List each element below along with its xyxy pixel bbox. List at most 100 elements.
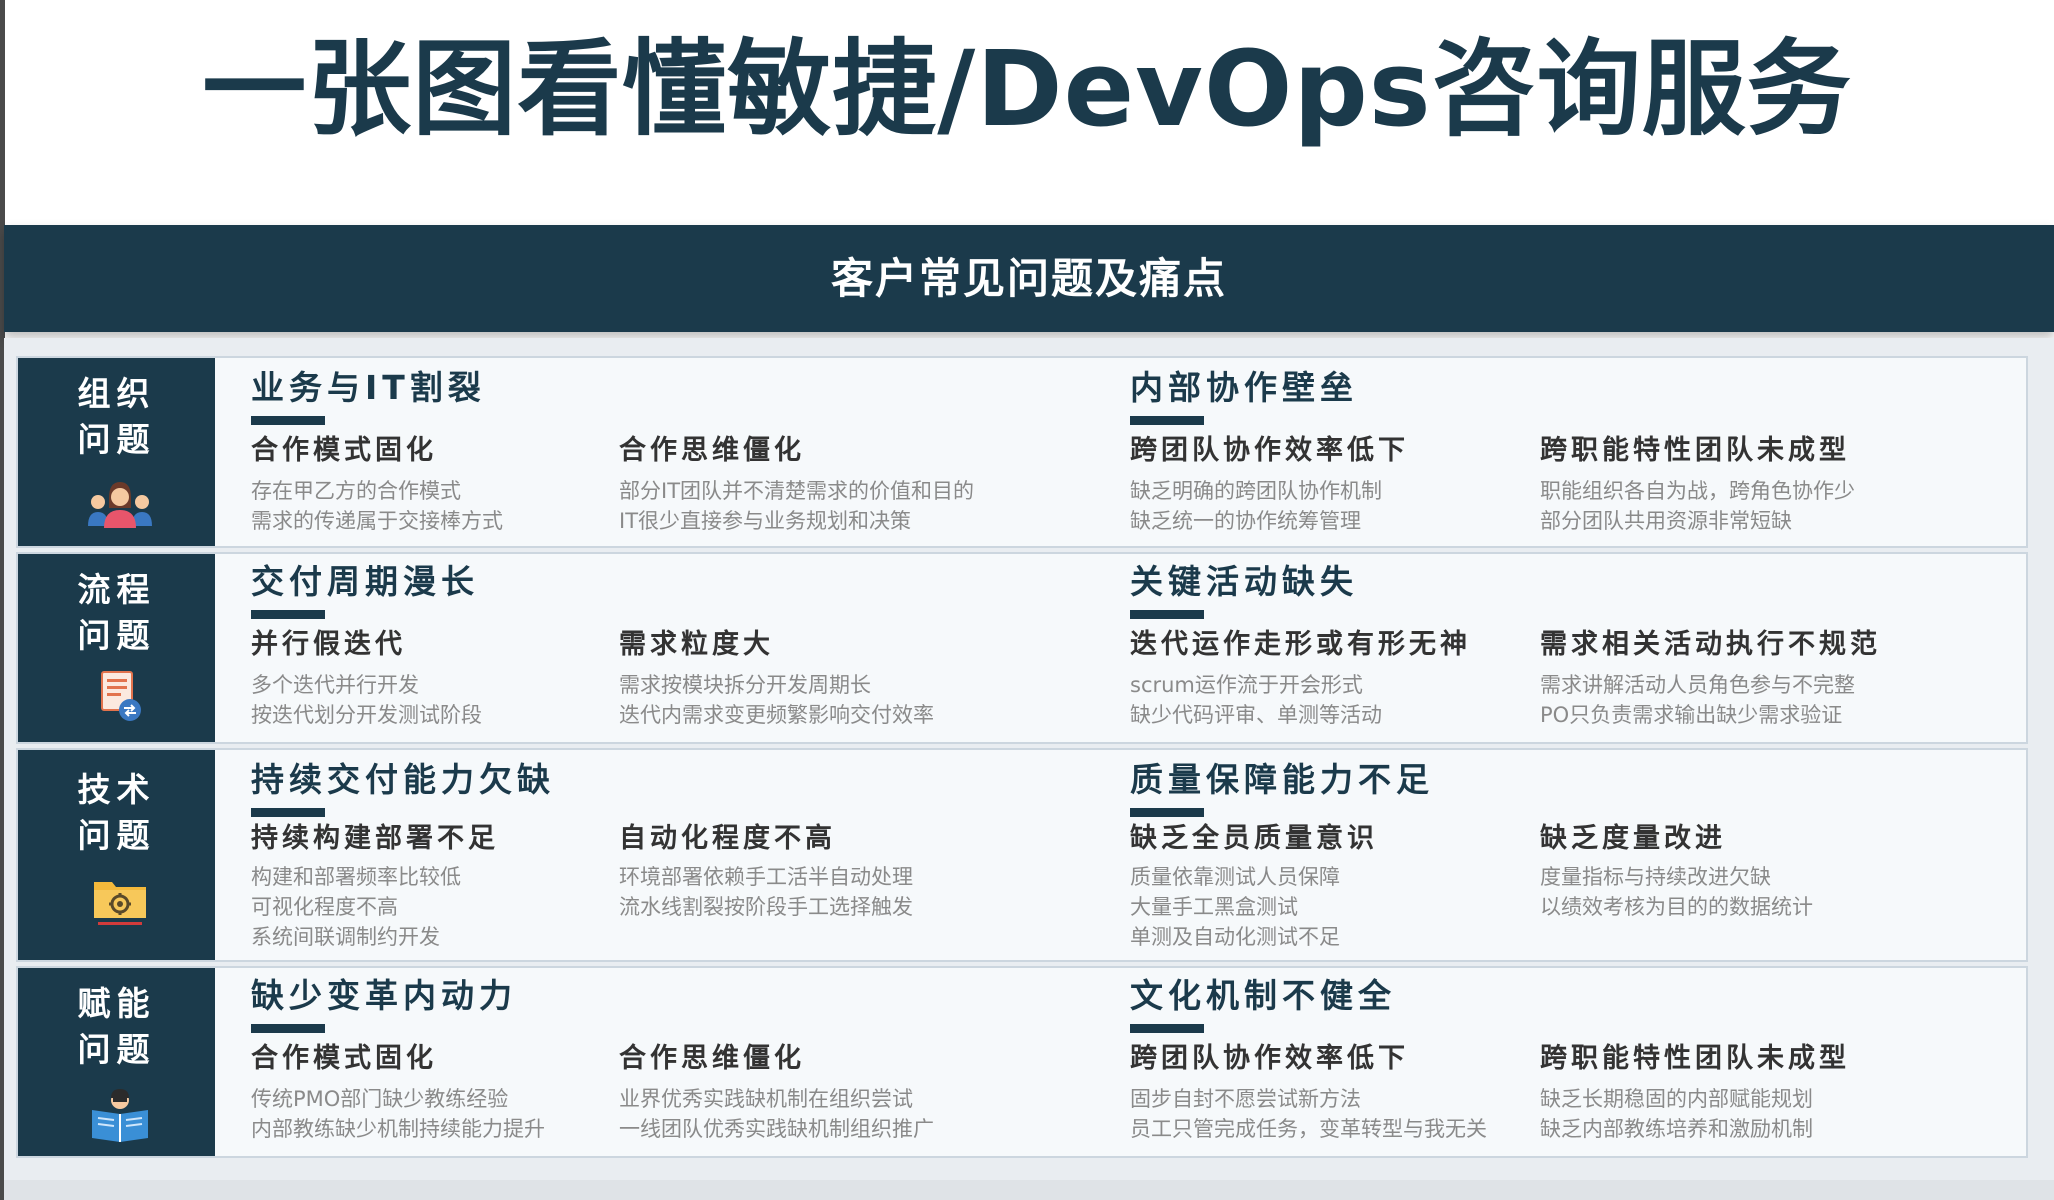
item-title: 并行假迭代 <box>251 629 406 660</box>
category-cell: 赋能 问题 <box>18 968 215 1156</box>
detail-line: 构建和部署频率比较低 <box>251 865 461 889</box>
team-people-icon <box>88 482 152 528</box>
item-detail: 多个迭代并行开发 按迭代划分开发测试阶段 <box>251 670 482 730</box>
category-label-line2: 问题 <box>77 420 156 459</box>
detail-line: 固步自封不愿尝试新方法 <box>1130 1087 1361 1111</box>
settings-folder-icon <box>94 882 146 925</box>
category-label-line2: 问题 <box>77 1030 156 1069</box>
detail-line: 缺乏统一的协作统筹管理 <box>1130 509 1361 533</box>
section-banner: 客户常见问题及痛点 <box>4 225 2054 332</box>
detail-line: 流水线割裂按阶段手工选择触发 <box>619 895 913 919</box>
group-title-underline <box>1130 808 1204 817</box>
category-label-line2: 问题 <box>77 816 156 855</box>
item-detail: 缺乏长期稳固的内部赋能规划 缺乏内部教练培养和激励机制 <box>1540 1084 1813 1144</box>
detail-line: 员工只管完成任务，变革转型与我无关 <box>1130 1117 1487 1141</box>
detail-line: 缺乏明确的跨团队协作机制 <box>1130 479 1382 503</box>
group-title: 质量保障能力不足 <box>1130 760 1434 799</box>
page-title: 一张图看懂敏捷/DevOps咨询服务 <box>202 28 1852 150</box>
issue-row-organization: 组织 问题 业务与IT割裂 合作模式固化 存在甲乙方的合作模式 需求的传递属于交… <box>16 356 2028 548</box>
reading-book-icon <box>92 1089 148 1142</box>
item-title: 合作模式固化 <box>251 1043 437 1074</box>
group-title: 交付周期漫长 <box>251 562 479 601</box>
detail-line: 大量手工黑盒测试 <box>1130 895 1298 919</box>
process-document-icon <box>101 671 141 721</box>
item-detail: 固步自封不愿尝试新方法 员工只管完成任务，变革转型与我无关 <box>1130 1084 1487 1144</box>
bottom-band <box>4 1180 2054 1200</box>
item-detail: 传统PMO部门缺少教练经验 内部教练缺少机制持续能力提升 <box>251 1084 545 1144</box>
group-title-underline <box>251 416 325 425</box>
category-label-line1: 流程 <box>77 570 156 609</box>
item-detail: 需求按模块拆分开发周期长 迭代内需求变更频繁影响交付效率 <box>619 670 934 730</box>
detail-line: IT很少直接参与业务规划和决策 <box>619 509 912 533</box>
detail-line: 内部教练缺少机制持续能力提升 <box>251 1117 545 1141</box>
detail-line: 业界优秀实践缺机制在组织尝试 <box>619 1087 913 1111</box>
item-detail: 构建和部署频率比较低 可视化程度不高 系统间联调制约开发 <box>251 862 461 952</box>
item-title: 合作模式固化 <box>251 435 437 466</box>
item-detail: 业界优秀实践缺机制在组织尝试 一线团队优秀实践缺机制组织推广 <box>619 1084 934 1144</box>
detail-line: 系统间联调制约开发 <box>251 925 440 949</box>
item-title: 缺乏度量改进 <box>1540 823 1726 854</box>
detail-line: 部分IT团队并不清楚需求的价值和目的 <box>619 479 975 503</box>
category-label-line1: 技术 <box>77 770 156 809</box>
category-label-line1: 组织 <box>77 374 156 413</box>
detail-line: 单测及自动化测试不足 <box>1130 925 1340 949</box>
detail-line: 可视化程度不高 <box>251 895 398 919</box>
item-title: 合作思维僵化 <box>619 1043 805 1074</box>
issue-row-technology: 技术 问题 持续交付能力欠缺 持续构建部署不足 构建和部署频率比较低 可视化程度… <box>16 748 2028 962</box>
item-title: 迭代运作走形或有形无神 <box>1130 629 1471 660</box>
detail-line: 多个迭代并行开发 <box>251 673 419 697</box>
item-detail: 质量依靠测试人员保障 大量手工黑盒测试 单测及自动化测试不足 <box>1130 862 1340 952</box>
detail-line: 缺乏内部教练培养和激励机制 <box>1540 1117 1813 1141</box>
category-cell: 流程 问题 <box>18 554 215 742</box>
group-title-underline <box>1130 1024 1204 1033</box>
detail-line: 部分团队共用资源非常短缺 <box>1540 509 1792 533</box>
detail-line: scrum运作流于开会形式 <box>1130 673 1363 697</box>
item-title: 合作思维僵化 <box>619 435 805 466</box>
detail-line: 以绩效考核为目的的数据统计 <box>1540 895 1813 919</box>
category-cell: 组织 问题 <box>18 358 215 546</box>
issue-row-process: 流程 问题 交付周期漫长 并行假迭代 多个迭代并行开发 按迭代划分开发测试阶段 … <box>16 552 2028 744</box>
detail-line: 需求讲解活动人员角色参与不完整 <box>1540 673 1855 697</box>
group-title-underline <box>1130 416 1204 425</box>
detail-line: 职能组织各自为战，跨角色协作少 <box>1540 479 1855 503</box>
item-detail: 存在甲乙方的合作模式 需求的传递属于交接棒方式 <box>251 476 503 536</box>
item-title: 跨团队协作效率低下 <box>1130 435 1409 466</box>
item-detail: 需求讲解活动人员角色参与不完整 PO只负责需求输出缺少需求验证 <box>1540 670 1855 730</box>
detail-line: PO只负责需求输出缺少需求验证 <box>1540 703 1843 727</box>
item-title: 缺乏全员质量意识 <box>1130 823 1378 854</box>
item-detail: scrum运作流于开会形式 缺少代码评审、单测等活动 <box>1130 670 1382 730</box>
detail-line: 度量指标与持续改进欠缺 <box>1540 865 1771 889</box>
group-title-underline <box>251 1024 325 1033</box>
group-title: 持续交付能力欠缺 <box>251 760 555 799</box>
detail-line: 按迭代划分开发测试阶段 <box>251 703 482 727</box>
detail-line: 迭代内需求变更频繁影响交付效率 <box>619 703 934 727</box>
detail-line: 传统PMO部门缺少教练经验 <box>251 1087 509 1111</box>
item-title: 自动化程度不高 <box>619 823 836 854</box>
item-title: 持续构建部署不足 <box>251 823 499 854</box>
group-title: 缺少变革内动力 <box>251 976 517 1015</box>
group-title: 关键活动缺失 <box>1130 562 1358 601</box>
detail-line: 存在甲乙方的合作模式 <box>251 479 461 503</box>
item-title: 跨职能特性团队未成型 <box>1540 1043 1850 1074</box>
issue-row-enablement: 赋能 问题 缺少变革内动力 合作模式固化 传统PMO部门缺少教练经验 内部教练缺… <box>16 966 2028 1158</box>
detail-line: 环境部署依赖手工活半自动处理 <box>619 865 913 889</box>
item-detail: 职能组织各自为战，跨角色协作少 部分团队共用资源非常短缺 <box>1540 476 1855 536</box>
group-title-underline <box>1130 610 1204 619</box>
category-cell: 技术 问题 <box>18 750 215 960</box>
item-detail: 缺乏明确的跨团队协作机制 缺乏统一的协作统筹管理 <box>1130 476 1382 536</box>
detail-line: 需求按模块拆分开发周期长 <box>619 673 871 697</box>
item-title: 跨团队协作效率低下 <box>1130 1043 1409 1074</box>
item-title: 需求粒度大 <box>619 629 774 660</box>
detail-line: 需求的传递属于交接棒方式 <box>251 509 503 533</box>
group-title-underline <box>251 808 325 817</box>
item-detail: 部分IT团队并不清楚需求的价值和目的 IT很少直接参与业务规划和决策 <box>619 476 974 536</box>
item-detail: 度量指标与持续改进欠缺 以绩效考核为目的的数据统计 <box>1540 862 1813 922</box>
item-detail: 环境部署依赖手工活半自动处理 流水线割裂按阶段手工选择触发 <box>619 862 913 922</box>
category-label-line2: 问题 <box>77 616 156 655</box>
group-title-underline <box>251 610 325 619</box>
detail-line: 一线团队优秀实践缺机制组织推广 <box>619 1117 934 1141</box>
group-title: 内部协作壁垒 <box>1130 368 1358 407</box>
detail-line: 质量依靠测试人员保障 <box>1130 865 1340 889</box>
item-title: 跨职能特性团队未成型 <box>1540 435 1850 466</box>
group-title: 业务与IT割裂 <box>251 368 486 407</box>
